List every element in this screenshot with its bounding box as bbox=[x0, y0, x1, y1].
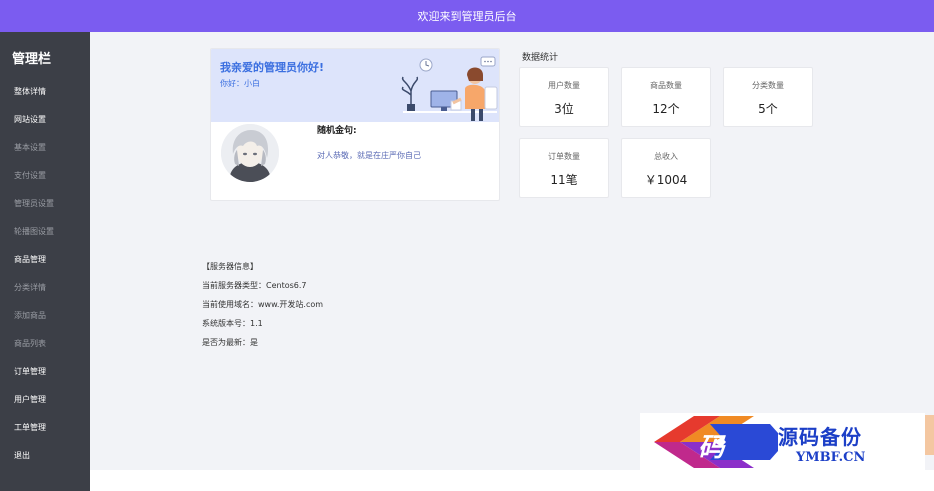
system-version: 系统版本号：1.1 bbox=[202, 319, 263, 328]
greeting-title: 我亲爱的管理员你好! bbox=[220, 61, 325, 74]
stat-card-categories: 分类数量 5个 bbox=[723, 67, 813, 127]
stat-value: 3位 bbox=[554, 102, 574, 116]
stat-label: 总收入 bbox=[654, 152, 678, 161]
server-domain: 当前使用域名：www.开发站.com bbox=[202, 300, 324, 309]
stat-label: 商品数量 bbox=[650, 81, 682, 90]
sidebar-item-carousel-settings[interactable]: 轮播图设置 bbox=[0, 222, 90, 242]
office-illustration bbox=[401, 56, 498, 121]
profile-card: 我亲爱的管理员你好! 你好：小白 随机金句: 对人恭敬，就是在庄严你自己 bbox=[210, 48, 500, 201]
stat-card-products: 商品数量 12个 bbox=[621, 67, 711, 127]
sidebar-item-basic-settings[interactable]: 基本设置 bbox=[0, 138, 90, 158]
watermark-edge bbox=[925, 415, 934, 455]
stat-value: 11笔 bbox=[550, 173, 578, 187]
stat-value: 12个 bbox=[652, 102, 680, 116]
sidebar-title: 管理栏 bbox=[12, 52, 52, 67]
admin-avatar bbox=[221, 124, 279, 182]
server-info: 【服务器信息】 当前服务器类型：Centos6.7 当前使用域名：www.开发站… bbox=[202, 260, 323, 355]
stat-label: 分类数量 bbox=[752, 81, 784, 90]
is-latest: 是否为最新：是 bbox=[202, 338, 258, 347]
sidebar: 管理栏 整体详情 网站设置 基本设置 支付设置 管理员设置 轮播图设置 商品管理… bbox=[0, 32, 90, 491]
header-title: 欢迎来到管理员后台 bbox=[417, 10, 517, 23]
sidebar-item-overview[interactable]: 整体详情 bbox=[0, 82, 90, 102]
watermark-text-en: YMBF.CN bbox=[796, 450, 866, 465]
sidebar-item-site-settings[interactable]: 网站设置 bbox=[0, 110, 90, 130]
sidebar-item-product-management[interactable]: 商品管理 bbox=[0, 250, 90, 270]
sidebar-item-ticket-management[interactable]: 工单管理 bbox=[0, 418, 90, 438]
sidebar-item-category-details[interactable]: 分类详情 bbox=[0, 278, 90, 298]
sidebar-item-payment-settings[interactable]: 支付设置 bbox=[0, 166, 90, 186]
sidebar-item-order-management[interactable]: 订单管理 bbox=[0, 362, 90, 382]
quote-label: 随机金句: bbox=[317, 126, 357, 136]
sidebar-item-user-management[interactable]: 用户管理 bbox=[0, 390, 90, 410]
stat-card-orders: 订单数量 11笔 bbox=[519, 138, 609, 198]
stat-card-users: 用户数量 3位 bbox=[519, 67, 609, 127]
profile-banner: 我亲爱的管理员你好! 你好：小白 bbox=[211, 49, 499, 122]
sidebar-item-product-list[interactable]: 商品列表 bbox=[0, 334, 90, 354]
stat-label: 用户数量 bbox=[548, 81, 580, 90]
watermark-char: 码 bbox=[698, 433, 725, 463]
stat-label: 订单数量 bbox=[548, 152, 580, 161]
server-type: 当前服务器类型：Centos6.7 bbox=[202, 281, 307, 290]
watermark-text-cn: 源码备份 bbox=[778, 425, 862, 449]
server-info-heading: 【服务器信息】 bbox=[202, 262, 258, 271]
sidebar-item-admin-settings[interactable]: 管理员设置 bbox=[0, 194, 90, 214]
watermark: 码 源码备份 YMBF.CN bbox=[640, 413, 925, 470]
bottom-strip bbox=[90, 470, 934, 491]
avatar-image bbox=[221, 124, 279, 182]
stats-title: 数据统计 bbox=[522, 53, 559, 63]
quote-text: 对人恭敬，就是在庄严你自己 bbox=[317, 151, 421, 160]
sidebar-item-logout[interactable]: 退出 bbox=[0, 446, 90, 466]
stat-value: ￥1004 bbox=[644, 173, 688, 187]
top-header-bar: 欢迎来到管理员后台 bbox=[0, 0, 934, 32]
stat-value: 5个 bbox=[758, 102, 778, 116]
greeting-subtitle: 你好：小白 bbox=[220, 79, 260, 88]
stat-card-revenue: 总收入 ￥1004 bbox=[621, 138, 711, 198]
sidebar-item-add-product[interactable]: 添加商品 bbox=[0, 306, 90, 326]
